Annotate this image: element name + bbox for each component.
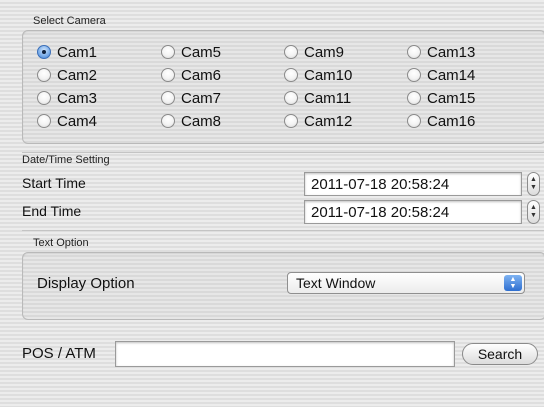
radio-button-icon[interactable] bbox=[407, 91, 421, 105]
stepper-down-icon: ▼ bbox=[530, 184, 537, 191]
camera-option-label: Cam11 bbox=[304, 89, 352, 107]
select-camera-title: Select Camera bbox=[33, 15, 106, 27]
camera-option-label: Cam9 bbox=[304, 43, 345, 61]
radio-button-icon[interactable] bbox=[37, 45, 51, 59]
end-time-label: End Time bbox=[22, 203, 82, 219]
camera-option-label: Cam8 bbox=[181, 112, 222, 130]
camera-option-label: Cam6 bbox=[181, 66, 222, 84]
camera-option-label: Cam15 bbox=[427, 89, 476, 107]
radio-button-icon[interactable] bbox=[161, 91, 175, 105]
radio-button-icon[interactable] bbox=[37, 91, 51, 105]
camera-option-label: Cam13 bbox=[427, 43, 476, 61]
camera-option-cam3[interactable]: Cam3 bbox=[37, 88, 97, 108]
camera-option-label: Cam16 bbox=[427, 112, 476, 130]
camera-option-label: Cam7 bbox=[181, 89, 222, 107]
search-button[interactable]: Search bbox=[462, 343, 538, 365]
radio-button-icon[interactable] bbox=[284, 114, 298, 128]
stepper-down-icon: ▼ bbox=[530, 212, 537, 219]
camera-option-cam15[interactable]: Cam15 bbox=[407, 88, 475, 108]
camera-option-cam5[interactable]: Cam5 bbox=[161, 42, 221, 62]
camera-option-cam10[interactable]: Cam10 bbox=[284, 65, 352, 85]
start-time-stepper[interactable]: ▲ ▼ bbox=[527, 172, 540, 196]
stepper-up-icon: ▲ bbox=[530, 204, 537, 211]
camera-option-cam6[interactable]: Cam6 bbox=[161, 65, 221, 85]
camera-option-label: Cam14 bbox=[427, 66, 476, 84]
select-arrows-icon: ▲ ▼ bbox=[504, 275, 522, 291]
camera-option-label: Cam4 bbox=[57, 112, 98, 130]
text-option-title: Text Option bbox=[33, 237, 89, 249]
camera-option-label: Cam2 bbox=[57, 66, 98, 84]
camera-option-cam11[interactable]: Cam11 bbox=[284, 88, 351, 108]
camera-option-label: Cam10 bbox=[304, 66, 353, 84]
divider bbox=[22, 152, 544, 153]
datetime-title: Date/Time Setting bbox=[22, 154, 110, 166]
pos-atm-label: POS / ATM bbox=[22, 345, 96, 362]
camera-option-cam14[interactable]: Cam14 bbox=[407, 65, 475, 85]
camera-option-cam1[interactable]: Cam1 bbox=[37, 42, 97, 62]
divider bbox=[22, 230, 544, 231]
camera-option-cam12[interactable]: Cam12 bbox=[284, 111, 352, 131]
radio-button-icon[interactable] bbox=[284, 91, 298, 105]
radio-button-icon[interactable] bbox=[284, 68, 298, 82]
radio-button-icon[interactable] bbox=[37, 68, 51, 82]
radio-button-icon[interactable] bbox=[161, 114, 175, 128]
end-time-stepper[interactable]: ▲ ▼ bbox=[527, 200, 540, 224]
radio-button-icon[interactable] bbox=[284, 45, 298, 59]
camera-option-cam2[interactable]: Cam2 bbox=[37, 65, 97, 85]
display-option-label: Display Option bbox=[37, 275, 135, 292]
camera-option-label: Cam1 bbox=[57, 43, 98, 61]
camera-option-label: Cam12 bbox=[304, 112, 353, 130]
radio-button-icon[interactable] bbox=[161, 68, 175, 82]
start-time-field[interactable]: 2011-07-18 20:58:24 bbox=[304, 172, 522, 196]
camera-option-cam4[interactable]: Cam4 bbox=[37, 111, 97, 131]
camera-option-cam13[interactable]: Cam13 bbox=[407, 42, 475, 62]
camera-option-cam8[interactable]: Cam8 bbox=[161, 111, 221, 131]
radio-button-icon[interactable] bbox=[407, 114, 421, 128]
pos-atm-input[interactable] bbox=[115, 341, 455, 367]
camera-option-cam16[interactable]: Cam16 bbox=[407, 111, 475, 131]
start-time-label: Start Time bbox=[22, 175, 86, 191]
radio-button-icon[interactable] bbox=[37, 114, 51, 128]
camera-option-cam7[interactable]: Cam7 bbox=[161, 88, 221, 108]
end-time-field[interactable]: 2011-07-18 20:58:24 bbox=[304, 200, 522, 224]
display-option-select[interactable]: Text Window ▲ ▼ bbox=[287, 272, 525, 294]
stepper-up-icon: ▲ bbox=[530, 176, 537, 183]
camera-option-label: Cam5 bbox=[181, 43, 222, 61]
radio-button-icon[interactable] bbox=[161, 45, 175, 59]
camera-option-label: Cam3 bbox=[57, 89, 98, 107]
camera-option-cam9[interactable]: Cam9 bbox=[284, 42, 344, 62]
radio-button-icon[interactable] bbox=[407, 68, 421, 82]
radio-button-icon[interactable] bbox=[407, 45, 421, 59]
display-option-value: Text Window bbox=[296, 275, 376, 291]
